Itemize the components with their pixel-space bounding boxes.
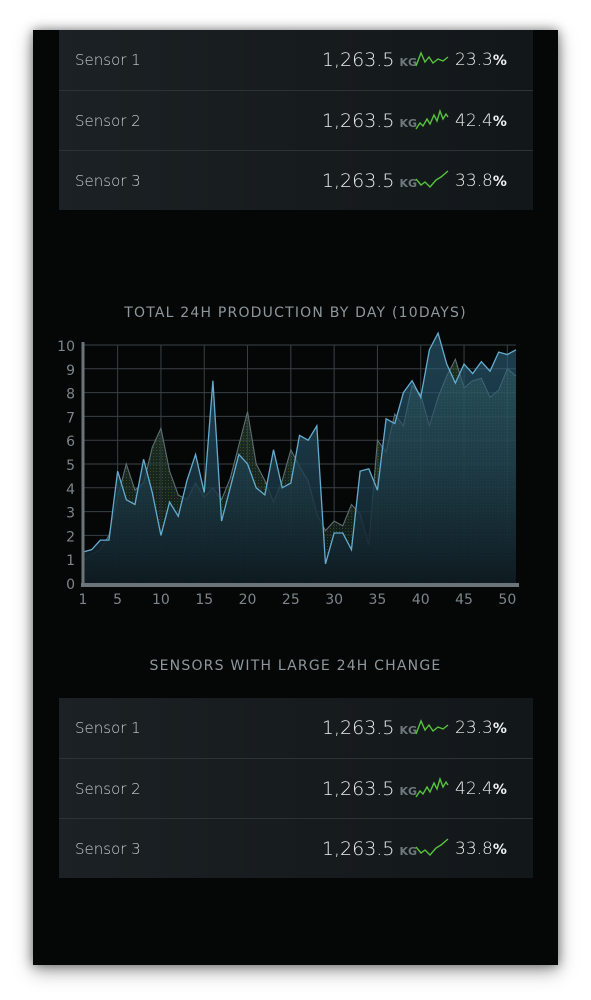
- y-tick-label: 6: [66, 434, 75, 450]
- y-tick-label: 4: [66, 482, 75, 498]
- production-area-chart: 0123456789101 5 10 15 20 25 30 35 40 45 50: [57, 331, 519, 608]
- sensor-name: Sensor 2: [75, 780, 141, 798]
- large-change-sensor-table: Sensor 1 1,263.5 KG 23.3% Sensor 2 1,263.…: [59, 698, 533, 878]
- table-row[interactable]: Sensor 2 1,263.5 KG 42.4%: [59, 758, 533, 818]
- y-tick-label: 5: [66, 458, 75, 474]
- x-tick-label: 50: [498, 592, 516, 608]
- table-row[interactable]: Sensor 3 1,263.5 KG 33.8%: [59, 818, 533, 878]
- x-tick-label: 10: [152, 592, 170, 608]
- x-tick-label: 15: [195, 592, 213, 608]
- x-tick-label: 45: [455, 592, 473, 608]
- sensor-name: Sensor 1: [75, 719, 141, 737]
- change-percent: 23.3%: [455, 718, 507, 738]
- y-tick-label: 9: [66, 363, 75, 379]
- sparkline-icon: [415, 777, 449, 798]
- change-percent: 33.8%: [455, 839, 507, 859]
- x-tick-label: 20: [239, 592, 257, 608]
- y-tick-label: 1: [66, 553, 75, 569]
- table-row[interactable]: Sensor 1 1,263.5 KG 23.3%: [59, 698, 533, 758]
- y-tick-label: 0: [66, 577, 75, 593]
- sensor-value: 1,263.5 KG: [321, 778, 417, 800]
- large-change-heading: SENSORS WITH LARGE 24H CHANGE: [149, 658, 442, 674]
- y-tick-label: 2: [66, 529, 75, 545]
- change-percent: 42.4%: [455, 779, 507, 799]
- x-tick-label: 25: [282, 592, 300, 608]
- sensor-value: 1,263.5 KG: [321, 717, 417, 739]
- sensor-value: 1,263.5 KG: [321, 838, 417, 860]
- sensor-name: Sensor 3: [75, 840, 141, 858]
- x-tick-label: 35: [369, 592, 387, 608]
- sparkline-icon: [415, 719, 449, 735]
- y-tick-label: 10: [57, 339, 75, 355]
- x-tick-label: 1: [79, 592, 88, 608]
- phone-screen: Sensor 1 1,263.5 KG 23.3% Sensor 2 1,263.…: [33, 30, 558, 965]
- y-tick-label: 8: [66, 387, 75, 403]
- x-tick-label: 30: [325, 592, 343, 608]
- y-tick-label: 7: [66, 410, 75, 426]
- x-tick-label: 40: [412, 592, 430, 608]
- sparkline-icon: [415, 838, 449, 857]
- x-tick-label: 5: [113, 592, 122, 608]
- y-tick-label: 3: [66, 506, 75, 522]
